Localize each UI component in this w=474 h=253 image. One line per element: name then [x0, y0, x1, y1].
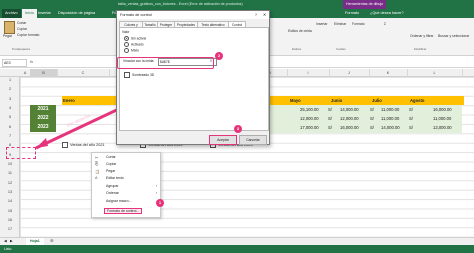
- radio-dot[interactable]: [124, 36, 129, 41]
- chevron-right-icon: ›: [155, 191, 157, 195]
- radio-label: Sin activar: [131, 36, 147, 41]
- chevron-right-icon: ›: [155, 184, 157, 188]
- sheet-tab-bar: ◀ ▶ Hoja1 ⊕: [0, 237, 474, 246]
- copy-icon: ⎘: [95, 162, 99, 166]
- cut-icon: ✂: [95, 156, 99, 160]
- edit-text-icon: A: [95, 176, 98, 180]
- radio-activado[interactable]: Activado: [124, 42, 144, 47]
- ok-button[interactable]: Aceptar: [209, 135, 237, 145]
- step-1-marker: 1: [156, 199, 164, 207]
- status-bar: Listo: [0, 245, 474, 253]
- context-item-copiar[interactable]: Copiar: [106, 162, 116, 166]
- value-label: Valor: [122, 30, 130, 34]
- shading-label: Sombreado 3D: [132, 72, 155, 77]
- add-sheet-icon[interactable]: ⊕: [50, 238, 54, 244]
- radio-sin-activar[interactable]: Sin activar: [124, 36, 146, 41]
- paste-icon: 📋: [95, 170, 100, 174]
- radio-dot[interactable]: [124, 48, 129, 53]
- checkbox-box[interactable]: [124, 72, 130, 78]
- context-item-formato-control[interactable]: Formato de control...: [104, 208, 143, 214]
- arrow-head: [36, 138, 48, 148]
- context-menu: ✂ Cortar ⎘ Copiar 📋 Pegar A Editar texto…: [91, 152, 161, 218]
- context-item-cortar[interactable]: Cortar: [106, 155, 116, 159]
- context-item-ordenar[interactable]: Ordenar: [106, 191, 119, 195]
- sheet-nav-next-icon[interactable]: ▶: [10, 239, 13, 243]
- step-2-marker: 2: [215, 52, 223, 60]
- radio-mixto[interactable]: Mixto: [124, 48, 139, 53]
- status-text: Listo: [4, 247, 12, 251]
- format-control-dialog: Formato de control ? ✕ Colores y líneas …: [116, 10, 270, 145]
- dialog-title: Formato de control: [120, 13, 152, 17]
- radio-dot[interactable]: [124, 42, 129, 47]
- cancel-button[interactable]: Cancelar: [239, 135, 267, 145]
- context-item-agrupar[interactable]: Agrupar: [106, 184, 118, 188]
- radio-label: Mixto: [131, 48, 139, 53]
- close-icon[interactable]: ✕: [263, 11, 266, 19]
- step-3-marker: 3: [234, 125, 242, 133]
- sheet-nav-prev-icon[interactable]: ◀: [4, 239, 7, 243]
- context-item-asignar-macro[interactable]: Asignar macro...: [106, 199, 131, 203]
- help-icon[interactable]: ?: [255, 11, 257, 19]
- shading-3d-checkbox[interactable]: Sombreado 3D: [124, 72, 154, 78]
- dialog-title-bar: Formato de control ? ✕: [117, 11, 269, 19]
- dialog-panel: Valor Sin activar Activado Mixto Vincula…: [119, 27, 269, 131]
- context-item-editar-texto[interactable]: Editar texto: [106, 176, 124, 180]
- link-field-highlight: [117, 57, 214, 69]
- radio-label: Activado: [131, 42, 144, 47]
- context-item-pegar[interactable]: Pegar: [106, 169, 115, 173]
